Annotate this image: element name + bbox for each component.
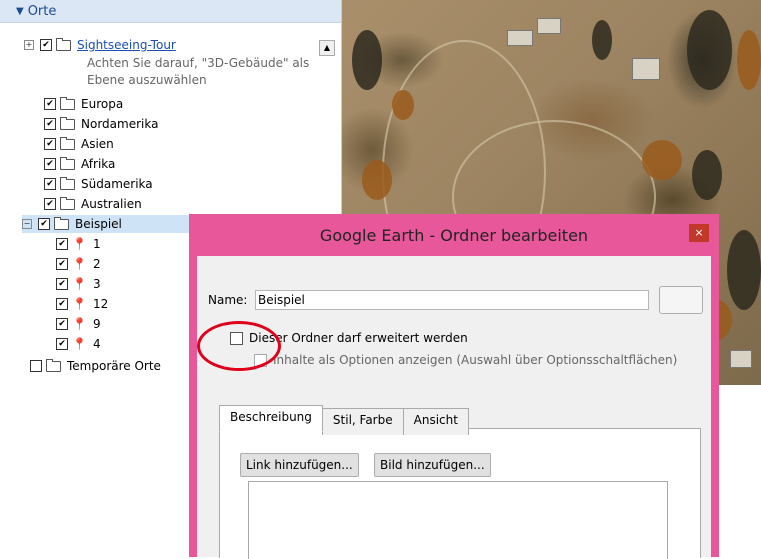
checkbox-checked-icon[interactable]: ✔ <box>56 258 68 270</box>
highlight-ellipse <box>197 321 281 371</box>
tab-stil-farbe[interactable]: Stil, Farbe <box>321 408 404 435</box>
tree-item-note: Achten Sie darauf, "3D-Gebäude" als <box>87 56 310 70</box>
folder-icon <box>60 96 75 110</box>
tab-panel: Link hinzufügen... Bild hinzufügen... <box>219 428 701 559</box>
tree-item-placemark-3[interactable]: ✔ 📍 3 <box>56 275 101 293</box>
checkbox-checked-icon[interactable]: ✔ <box>44 98 56 110</box>
checkbox-unchecked-icon[interactable] <box>30 360 42 372</box>
map-tree <box>737 30 761 90</box>
tree-item-label: Asien <box>81 137 114 151</box>
checkbox-checked-icon[interactable]: ✔ <box>44 118 56 130</box>
tree-item-afrika[interactable]: ✔ Afrika <box>44 155 115 173</box>
map-tree <box>692 150 722 200</box>
tree-item-placemark-1[interactable]: ✔ 📍 1 <box>56 235 101 253</box>
checkbox-checked-icon[interactable]: ✔ <box>44 158 56 170</box>
map-building <box>537 18 561 34</box>
folder-open-icon <box>54 216 69 230</box>
expand-minus-icon[interactable]: − <box>22 219 32 229</box>
tree-item-placemark-2[interactable]: ✔ 📍 2 <box>56 255 101 273</box>
tree-item-label: Temporäre Orte <box>67 359 161 373</box>
folder-icon <box>60 176 75 190</box>
map-tree <box>362 160 392 200</box>
tree-item-label: Beispiel <box>75 217 122 231</box>
folder-icon <box>46 358 61 372</box>
map-tree <box>352 30 382 90</box>
map-tree <box>727 230 761 310</box>
checkbox-checked-icon[interactable]: ✔ <box>56 278 68 290</box>
checkbox-checked-icon[interactable]: ✔ <box>56 338 68 350</box>
checkbox-checked-icon[interactable]: ✔ <box>44 178 56 190</box>
checkbox-checked-icon[interactable]: ✔ <box>40 39 52 51</box>
tab-ansicht[interactable]: Ansicht <box>402 408 469 435</box>
checkbox-checked-icon[interactable]: ✔ <box>56 318 68 330</box>
tree-item-placemark-9[interactable]: ✔ 📍 9 <box>56 315 101 333</box>
map-tree <box>642 140 682 180</box>
tree-item-label: 2 <box>92 257 101 271</box>
add-link-button[interactable]: Link hinzufügen... <box>240 453 359 477</box>
map-tree <box>687 10 732 90</box>
map-building <box>730 350 752 368</box>
tree-item-label: Europa <box>81 97 124 111</box>
dialog-body: Name: Beispiel Dieser Ordner darf erweit… <box>197 256 711 559</box>
folder-icon <box>60 116 75 130</box>
tree-item-note: Ebene auszuwählen <box>87 73 207 87</box>
tree-item-label: Südamerika <box>81 177 153 191</box>
tree-item-suedamerika[interactable]: ✔ Südamerika <box>44 175 153 193</box>
tree-item-label: 4 <box>92 337 101 351</box>
pushpin-icon: 📍 <box>72 297 87 311</box>
places-header[interactable]: ▼ Orte <box>0 0 341 23</box>
icon-button[interactable] <box>659 286 703 314</box>
collapse-arrow-icon[interactable]: ▼ <box>16 6 24 17</box>
checkbox-checked-icon[interactable]: ✔ <box>56 298 68 310</box>
tree-item-temporaere-orte[interactable]: Temporäre Orte <box>30 357 161 375</box>
tree-item-asien[interactable]: ✔ Asien <box>44 135 114 153</box>
tree-item-placemark-12[interactable]: ✔ 📍 12 <box>56 295 108 313</box>
tree-item-placemark-4[interactable]: ✔ 📍 4 <box>56 335 101 353</box>
expand-folder-label: Dieser Ordner darf erweitert werden <box>249 331 468 345</box>
pushpin-icon: 📍 <box>72 277 87 291</box>
name-input[interactable]: Beispiel <box>255 290 649 310</box>
folder-icon <box>56 37 71 51</box>
tree-item-label: Australien <box>81 197 142 211</box>
folder-icon <box>60 136 75 150</box>
close-button[interactable]: × <box>689 224 709 242</box>
pushpin-icon: 📍 <box>72 257 87 271</box>
checkbox-checked-icon[interactable]: ✔ <box>38 218 50 230</box>
places-title: Orte <box>27 3 57 19</box>
add-image-button[interactable]: Bild hinzufügen... <box>374 453 491 477</box>
tree-item-label: 3 <box>92 277 101 291</box>
tree-item-label: 1 <box>92 237 101 251</box>
tree-item-label: 9 <box>92 317 101 331</box>
tree-item-label: 12 <box>92 297 109 311</box>
tree-item-europa[interactable]: ✔ Europa <box>44 95 123 113</box>
scroll-up-button[interactable]: ▲ <box>319 40 335 56</box>
checkbox-checked-icon[interactable]: ✔ <box>44 198 56 210</box>
checkbox-checked-icon[interactable]: ✔ <box>56 238 68 250</box>
tree-item-label[interactable]: Sightseeing-Tour <box>77 38 176 52</box>
tab-beschreibung[interactable]: Beschreibung <box>219 405 323 432</box>
folder-icon <box>60 156 75 170</box>
tree-item-sightseeing[interactable]: + ✔ Sightseeing-Tour <box>24 36 176 54</box>
map-tree <box>592 20 612 60</box>
folder-icon <box>60 196 75 210</box>
pushpin-icon: 📍 <box>72 337 87 351</box>
map-building <box>632 58 660 80</box>
description-textarea[interactable] <box>248 481 668 559</box>
dialog-title: Google Earth - Ordner bearbeiten <box>319 225 589 245</box>
checkbox-checked-icon[interactable]: ✔ <box>44 138 56 150</box>
pushpin-icon: 📍 <box>72 237 87 251</box>
tree-item-nordamerika[interactable]: ✔ Nordamerika <box>44 115 158 133</box>
expand-plus-icon[interactable]: + <box>24 40 34 50</box>
map-tree <box>392 90 414 120</box>
tab-bar: Beschreibung Stil, Farbe Ansicht <box>219 405 469 435</box>
name-label: Name: <box>208 293 248 307</box>
edit-folder-dialog: Google Earth - Ordner bearbeiten × Name:… <box>189 214 719 559</box>
tree-item-australien[interactable]: ✔ Australien <box>44 195 142 213</box>
tree-item-label: Nordamerika <box>81 117 159 131</box>
tree-item-label: Afrika <box>81 157 116 171</box>
pushpin-icon: 📍 <box>72 317 87 331</box>
dialog-titlebar[interactable]: Google Earth - Ordner bearbeiten <box>189 214 719 256</box>
map-building <box>507 30 533 46</box>
options-label: Inhalte als Optionen anzeigen (Auswahl ü… <box>273 353 678 367</box>
